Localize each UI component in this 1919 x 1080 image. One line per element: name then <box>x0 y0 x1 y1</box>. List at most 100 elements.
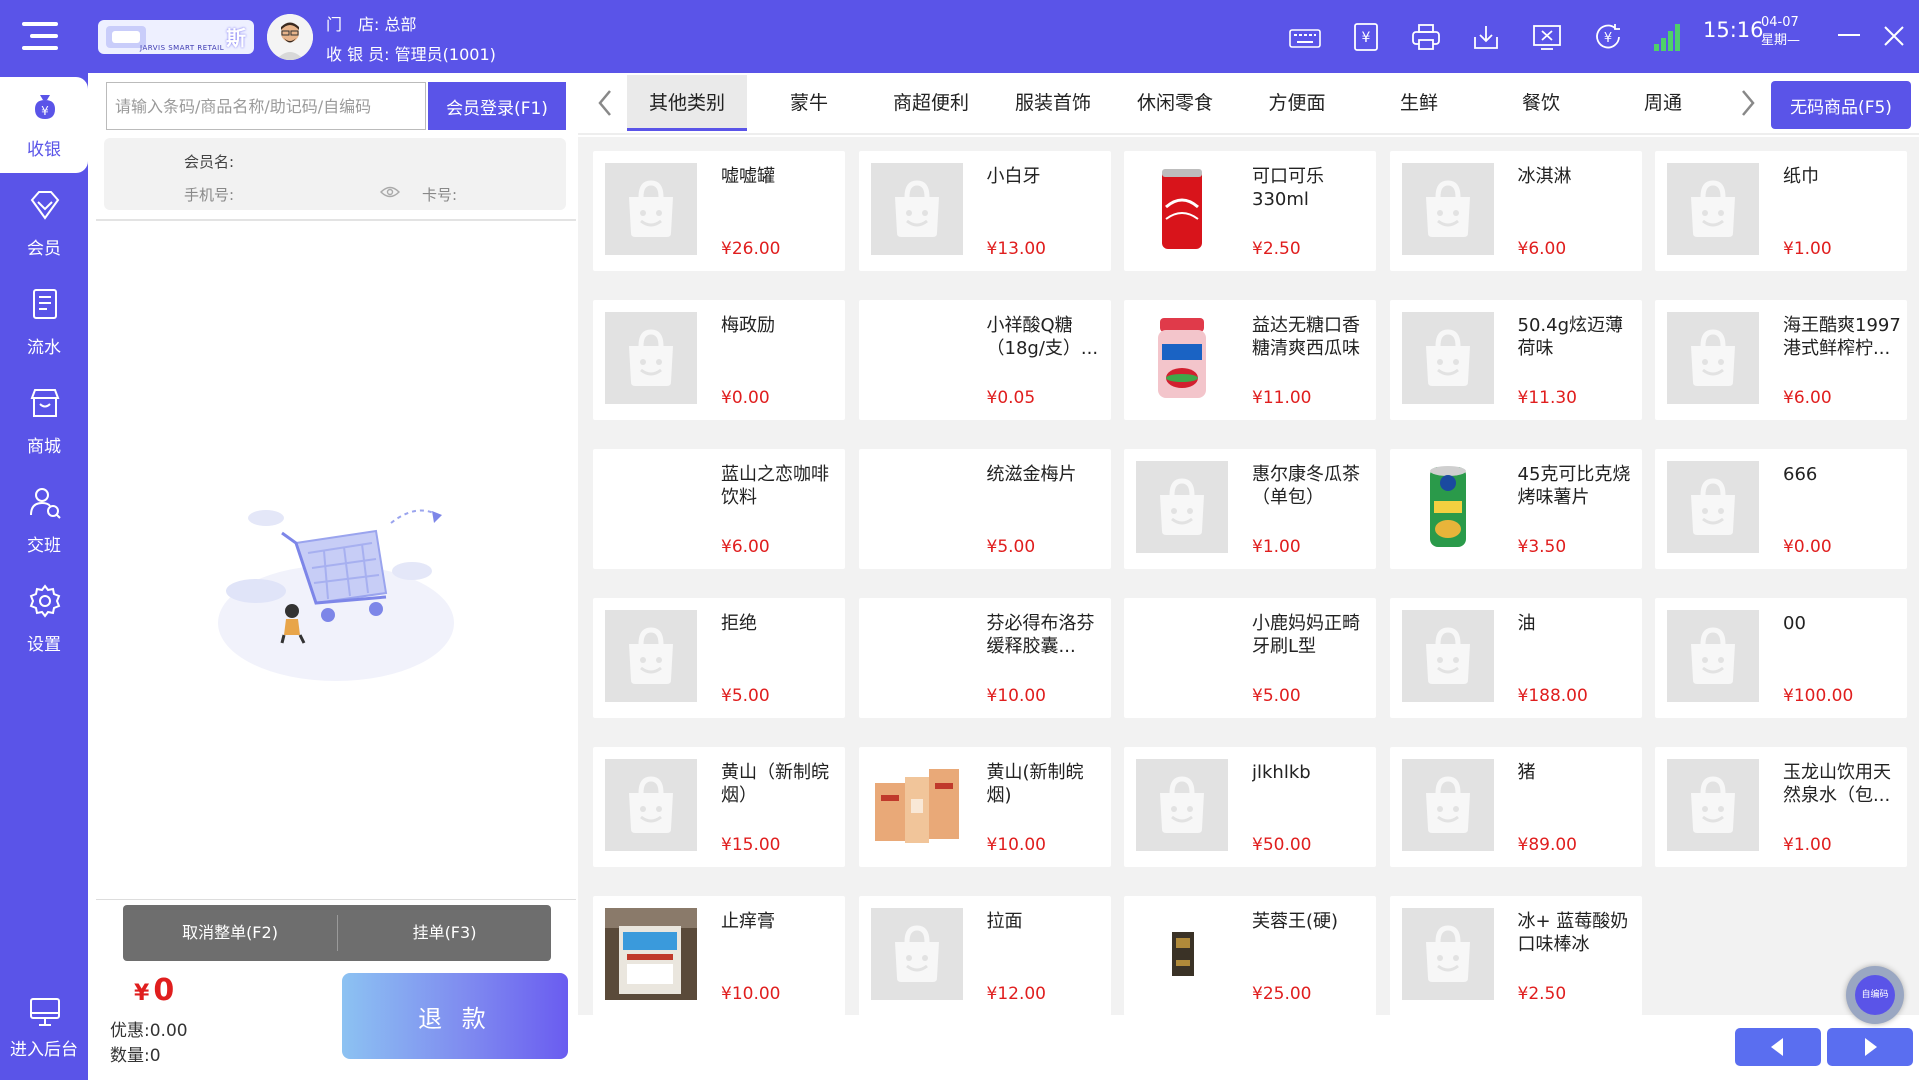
product-card[interactable]: 45克可比克烧烤味薯片 ¥3.50 <box>1389 449 1642 569</box>
product-price: ¥12.00 <box>986 984 1046 1004</box>
nav-item-backend[interactable]: 进入后台 <box>0 983 88 1079</box>
refund-button[interactable]: 退 款 <box>342 973 568 1059</box>
product-name: 芙蓉王(硬) <box>1252 911 1339 932</box>
nav-item-handover[interactable]: 交班 <box>0 473 88 569</box>
product-card[interactable]: 拒绝 ¥5.00 <box>593 598 845 718</box>
keyboard-icon[interactable] <box>1285 17 1325 57</box>
hold-order-button[interactable]: 挂单(F3) <box>338 905 551 961</box>
product-card[interactable]: 统滋金梅片 ¥5.00 <box>858 449 1111 569</box>
product-name: 黄山(新制皖烟) <box>986 762 1084 806</box>
cashier-value: 管理员(1001) <box>394 45 496 64</box>
product-image <box>1401 610 1494 702</box>
product-card[interactable]: 止痒膏 ¥10.00 <box>593 896 845 1016</box>
product-name: 拒绝 <box>721 613 757 634</box>
product-card[interactable]: 拉面 ¥12.00 <box>858 896 1111 1016</box>
product-card[interactable]: 芙蓉王(硬) ¥25.00 <box>1124 896 1376 1016</box>
product-card[interactable]: 黄山（新制皖烟） ¥15.00 <box>593 747 845 867</box>
product-grid: 嘘嘘罐 ¥26.00 小白牙 ¥13.00 可口可乐330ml ¥2.50 冰淇淋 ¥6.00… <box>578 137 1919 1016</box>
minimize-icon[interactable] <box>1838 34 1860 36</box>
product-card[interactable]: 纸巾 ¥1.00 <box>1655 151 1907 271</box>
tab-category-2[interactable]: 商超便利 <box>871 75 991 131</box>
product-image <box>1667 461 1759 553</box>
product-image <box>870 759 963 851</box>
yen-document-icon[interactable]: ¥ <box>1346 17 1386 57</box>
product-name: 统滋金梅片 <box>986 464 1077 485</box>
product-image-empty <box>871 461 963 553</box>
product-card[interactable]: 黄山(新制皖烟) ¥10.00 <box>858 747 1111 867</box>
product-card[interactable]: 梅政励 ¥0.00 <box>593 300 845 420</box>
logo-subtitle: JARVIS SMART RETAIL <box>140 44 225 52</box>
product-name: 猪 <box>1517 762 1536 783</box>
product-name: 蓝山之恋咖啡饮料 <box>721 464 829 508</box>
tab-category-7[interactable]: 餐饮 <box>1481 75 1601 131</box>
svg-text:¥: ¥ <box>41 104 49 118</box>
self-code-button[interactable]: 自编码 <box>1846 966 1904 1024</box>
page-prev-button[interactable] <box>1735 1028 1821 1066</box>
card-label: 卡号: <box>422 186 458 204</box>
product-price: ¥13.00 <box>986 239 1046 259</box>
member-login-button[interactable]: 会员登录(F1) <box>428 82 566 130</box>
nav-item-member[interactable]: 会员 <box>0 176 88 272</box>
product-card[interactable]: 芬必得布洛芬缓释胶囊... ¥10.00 <box>858 598 1111 718</box>
chevron-left-icon[interactable] <box>590 85 620 121</box>
product-name: 冰淇淋 <box>1517 166 1572 187</box>
product-card[interactable]: 可口可乐330ml ¥2.50 <box>1124 151 1376 271</box>
nav-item-flow[interactable]: 流水 <box>0 275 88 371</box>
product-card[interactable]: 小祥酸Q糖（18g/支）... ¥0.05 <box>858 300 1111 420</box>
tab-category-1[interactable]: 蒙牛 <box>749 75 869 131</box>
product-price: ¥5.00 <box>1252 686 1301 706</box>
screen-close-icon[interactable] <box>1527 17 1567 57</box>
tab-category-6[interactable]: 生鲜 <box>1359 75 1479 131</box>
close-icon[interactable] <box>1882 24 1906 48</box>
download-icon[interactable] <box>1466 17 1506 57</box>
tab-category-5[interactable]: 方便面 <box>1237 75 1357 131</box>
product-card[interactable]: 嘘嘘罐 ¥26.00 <box>593 151 845 271</box>
cancel-order-button[interactable]: 取消整单(F2) <box>123 905 337 961</box>
product-card[interactable]: 00 ¥100.00 <box>1655 598 1907 718</box>
printer-icon[interactable] <box>1406 17 1446 57</box>
nav-item-mall[interactable]: 商城 <box>0 374 88 470</box>
tab-category-3[interactable]: 服装首饰 <box>993 75 1113 131</box>
product-image <box>1136 759 1228 851</box>
nav-item-settings[interactable]: 设置 <box>0 572 88 668</box>
product-card[interactable]: 冰+ 蓝莓酸奶口味棒冰 ¥2.50 <box>1389 896 1642 1016</box>
avatar[interactable] <box>267 14 313 60</box>
product-price: ¥50.00 <box>1252 835 1312 855</box>
product-card[interactable]: 666 ¥0.00 <box>1655 449 1907 569</box>
product-card[interactable]: 蓝山之恋咖啡饮料 ¥6.00 <box>593 449 845 569</box>
product-price: ¥11.00 <box>1252 388 1312 408</box>
product-price: ¥1.00 <box>1783 239 1832 259</box>
product-card[interactable]: 小白牙 ¥13.00 <box>858 151 1111 271</box>
product-name: 冰+ 蓝莓酸奶口味棒冰 <box>1517 911 1629 955</box>
nav-item-cashier[interactable]: ¥ 收银 <box>0 77 88 173</box>
yen-refresh-icon[interactable]: ¥ <box>1588 17 1628 57</box>
product-image <box>1136 908 1228 1000</box>
no-barcode-product-button[interactable]: 无码商品(F5) <box>1771 81 1911 129</box>
product-image <box>605 908 697 1000</box>
product-card[interactable]: jlkhlkb ¥50.00 <box>1124 747 1376 867</box>
tab-category-4[interactable]: 休闲零食 <box>1115 75 1235 131</box>
chevron-right-icon[interactable] <box>1733 85 1763 121</box>
product-image <box>605 312 697 404</box>
tab-category-8[interactable]: 周通 <box>1603 75 1723 131</box>
menu-icon[interactable] <box>22 22 58 50</box>
total-amount: ¥0 <box>134 973 174 1008</box>
product-card[interactable]: 玉龙山饮用天然泉水（包... ¥1.00 <box>1655 747 1907 867</box>
product-card[interactable]: 冰淇淋 ¥6.00 <box>1389 151 1642 271</box>
search-input[interactable] <box>106 82 426 130</box>
product-card[interactable]: 益达无糖口香糖清爽西瓜味 ¥11.00 <box>1124 300 1376 420</box>
product-card[interactable]: 50.4g炫迈薄荷味 ¥11.30 <box>1389 300 1642 420</box>
product-image <box>1136 461 1228 553</box>
page-next-button[interactable] <box>1827 1028 1913 1066</box>
tab-category-0[interactable]: 其他类别 <box>627 75 747 131</box>
product-price: ¥0.05 <box>986 388 1036 408</box>
order-action-bar: 取消整单(F2) 挂单(F3) <box>123 905 551 961</box>
product-card[interactable]: 油 ¥188.00 <box>1389 598 1642 718</box>
eye-icon[interactable] <box>380 185 400 199</box>
product-card[interactable]: 小鹿妈妈正畸牙刷L型 ¥5.00 <box>1124 598 1376 718</box>
product-card[interactable]: 猪 ¥89.00 <box>1389 747 1642 867</box>
product-name: 梅政励 <box>721 315 775 336</box>
product-card[interactable]: 海王酷爽1997港式鲜榨柠... ¥6.00 <box>1655 300 1907 420</box>
product-card[interactable]: 惠尔康冬瓜茶（单包） ¥1.00 <box>1124 449 1376 569</box>
monitor-icon <box>30 998 60 1026</box>
